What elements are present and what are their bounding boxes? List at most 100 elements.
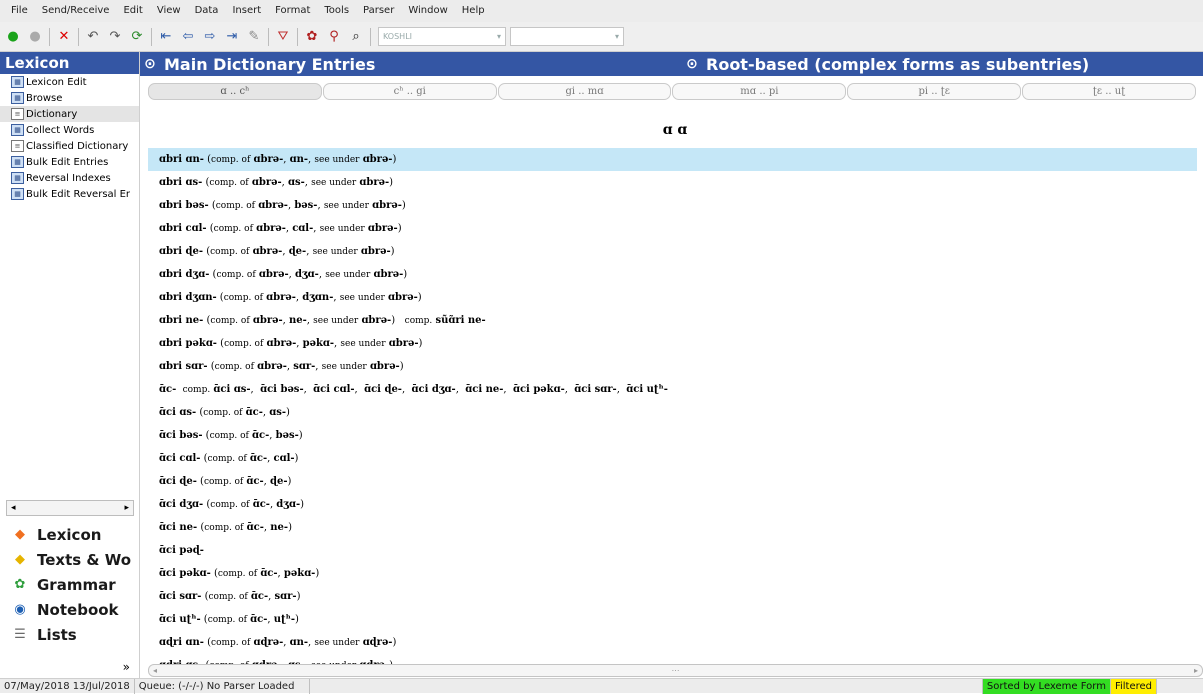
dictionary-entry[interactable]: ɑ̄ci sɑr- (comp. of ɑ̄c-, sɑr-) — [148, 585, 1197, 608]
form-ref: ɑn- — [289, 154, 309, 165]
letter-tab[interactable]: pi .. ʈɛ — [847, 83, 1022, 100]
dictionary-entry[interactable]: ɑbri dʒɑn- (comp. of ɑbrə-, dʒɑn-, see u… — [148, 286, 1197, 309]
area-lists[interactable]: ☰ Lists — [0, 622, 140, 647]
area-label: Notebook — [37, 600, 119, 619]
menu-help[interactable]: Help — [455, 0, 492, 22]
dictionary-entry[interactable]: ɑbri sɑr- (comp. of ɑbrə-, sɑr-, see und… — [148, 355, 1197, 378]
tool-item-browse[interactable]: ▦ Browse — [0, 90, 139, 106]
menu-insert[interactable]: Insert — [225, 0, 268, 22]
letter-tab[interactable]: cʰ .. gi — [322, 83, 497, 100]
dictionary-entry[interactable]: ɑbri dʒɑ- (comp. of ɑbrə-, dʒɑ-, see und… — [148, 263, 1197, 286]
dictionary-entry[interactable]: ɑ̄ci ɑs- (comp. of ɑ̄c-, ɑs-) — [148, 401, 1197, 424]
see-under-label: see under — [325, 270, 371, 280]
menu-parser[interactable]: Parser — [356, 0, 401, 22]
area-lexicon[interactable]: ◆ Lexicon — [0, 522, 140, 547]
more-areas-button[interactable]: » — [0, 656, 140, 678]
dictionary-entry[interactable]: ɑ̄ci ne- (comp. of ɑ̄c-, ne-) — [148, 516, 1197, 539]
form-ref: ɑ̄ci cɑl- — [313, 384, 355, 395]
menu-edit[interactable]: Edit — [116, 0, 149, 22]
area-notebook[interactable]: ◉ Notebook — [0, 597, 140, 622]
lists-icon: ☰ — [14, 627, 26, 642]
menu-file[interactable]: File — [4, 0, 35, 22]
filter-icon[interactable]: ⛛ — [273, 27, 293, 47]
tool-item-bulk-edit-entries[interactable]: ▦ Bulk Edit Entries — [0, 154, 139, 170]
entry-headword: ɑ̄ci cɑl- — [159, 453, 201, 464]
document-icon: ≡ — [11, 140, 24, 152]
menu-data[interactable]: Data — [188, 0, 226, 22]
style-select[interactable]: ▾ — [510, 27, 624, 46]
main-horizontal-scrollbar[interactable]: ◂ ⋯ ▸ — [148, 664, 1203, 677]
left-pane-scrollbar[interactable]: ◂ ▸ — [6, 500, 134, 516]
undo-icon[interactable]: ↶ — [83, 27, 103, 47]
binoculars-icon[interactable]: ⌕ — [346, 27, 366, 47]
form-ref: ɑ̄c- — [246, 522, 264, 533]
dictionary-entry[interactable]: ɑbri pəkɑ- (comp. of ɑbrə-, pəkɑ-, see u… — [148, 332, 1197, 355]
dictionary-entry[interactable]: ɑbri bəs- (comp. of ɑbrə-, bəs-, see und… — [148, 194, 1197, 217]
dictionary-entry[interactable]: ɑbri ne- (comp. of ɑbrə-, ne-, see under… — [148, 309, 1197, 332]
dictionary-entry[interactable]: ɑɖri ɑs- (comp. of ɑɖrə-, ɑs-, see under… — [148, 654, 1197, 664]
tool-item-reversal-indexes[interactable]: ▦ Reversal Indexes — [0, 170, 139, 186]
grid-icon: ▦ — [11, 92, 24, 104]
area-label: Grammar — [37, 575, 116, 594]
redo-icon[interactable]: ↷ — [105, 27, 125, 47]
previous-record-icon[interactable]: ⇦ — [178, 27, 198, 47]
scroll-right-icon[interactable]: ▸ — [124, 503, 129, 513]
area-grammar[interactable]: ✿ Grammar — [0, 572, 140, 597]
menu-tools[interactable]: Tools — [317, 0, 356, 22]
menu-window[interactable]: Window — [401, 0, 454, 22]
dictionary-entry[interactable]: ɑ̄ci ɖe- (comp. of ɑ̄c-, ɖe-) — [148, 470, 1197, 493]
dictionary-entry[interactable]: ɑ̄ci pəkɑ- (comp. of ɑ̄c-, pəkɑ-) — [148, 562, 1197, 585]
dictionary-entry[interactable]: ɑbri ɖe- (comp. of ɑbrə-, ɖe-, see under… — [148, 240, 1197, 263]
dictionary-entry[interactable]: ɑɖri ɑn- (comp. of ɑɖrə-, ɑn-, see under… — [148, 631, 1197, 654]
comp-of-label: comp. of — [203, 408, 243, 418]
form-ref: ɑ̄c- — [246, 476, 264, 487]
letter-tab[interactable]: gi .. mɑ — [497, 83, 672, 100]
tool-item-collect-words[interactable]: ▦ Collect Words — [0, 122, 139, 138]
letter-tab[interactable]: mɑ .. pi — [672, 83, 847, 100]
scroll-right-icon[interactable]: ▸ — [1194, 666, 1198, 675]
form-ref: ɑbrə- — [251, 177, 282, 188]
letter-tab[interactable]: ʈɛ .. uʈ — [1022, 83, 1196, 100]
tool-item-dictionary[interactable]: ≡ Dictionary — [0, 106, 139, 122]
dictionary-entry[interactable]: ɑbri ɑn- (comp. of ɑbrə-, ɑn-, see under… — [148, 148, 1197, 171]
form-ref: ɑbrə- — [252, 246, 283, 257]
dictionary-entry[interactable]: ɑbri cɑl- (comp. of ɑbrə-, cɑl-, see und… — [148, 217, 1197, 240]
form-ref: ɑbrə- — [258, 269, 289, 280]
area-label: Texts & Wo — [37, 550, 132, 569]
dictionary-entry[interactable]: ɑ̄c- comp. ɑ̄ci ɑs-, ɑ̄ci bəs-, ɑ̄ci cɑl… — [148, 378, 1197, 401]
scroll-grip-icon[interactable]: ⋯ — [672, 666, 680, 675]
edit-icon[interactable]: ✎ — [244, 27, 264, 47]
forward-icon[interactable]: ● — [25, 27, 45, 47]
form-ref: uʈʰ- — [273, 614, 295, 625]
area-texts-wo[interactable]: ◆ Texts & Wo — [0, 547, 140, 572]
back-icon[interactable]: ● — [3, 27, 23, 47]
scroll-left-icon[interactable]: ◂ — [153, 666, 157, 675]
first-record-icon[interactable]: ⇤ — [156, 27, 176, 47]
next-record-icon[interactable]: ⇨ — [200, 27, 220, 47]
delete-icon[interactable]: ✕ — [54, 27, 74, 47]
find-icon[interactable]: ✿ — [302, 27, 322, 47]
dictionary-entry[interactable]: ɑ̄ci dʒɑ- (comp. of ɑ̄c-, dʒɑ-) — [148, 493, 1197, 516]
dictionary-entry[interactable]: ɑ̄ci uʈʰ- (comp. of ɑ̄c-, uʈʰ-) — [148, 608, 1197, 631]
dictionary-entry[interactable]: ɑbri ɑs- (comp. of ɑbrə-, ɑs-, see under… — [148, 171, 1197, 194]
tool-item-bulk-edit-reversal-er[interactable]: ▦ Bulk Edit Reversal Er — [0, 186, 139, 202]
scroll-left-icon[interactable]: ◂ — [11, 503, 16, 513]
letter-tab[interactable]: ɑ .. cʰ — [148, 83, 322, 100]
dictionary-entry[interactable]: ɑ̄ci pəɖ- — [148, 539, 1197, 562]
tool-item-lexicon-edit[interactable]: ▦ Lexicon Edit — [0, 74, 139, 90]
last-record-icon[interactable]: ⇥ — [222, 27, 242, 47]
dictionary-entry[interactable]: ɑ̄ci cɑl- (comp. of ɑ̄c-, cɑl-) — [148, 447, 1197, 470]
refresh-icon[interactable]: ⟳ — [127, 27, 147, 47]
menu-format[interactable]: Format — [268, 0, 317, 22]
configuration-selector[interactable]: ⊙ Root-based (complex forms as subentrie… — [682, 52, 1089, 76]
writing-system-select[interactable]: KOSHLI ▾ — [378, 27, 506, 46]
menu-view[interactable]: View — [150, 0, 188, 22]
chevron-circle-icon[interactable]: ⊙ — [142, 56, 158, 72]
chevron-circle-icon[interactable]: ⊙ — [684, 56, 700, 72]
left-pane: Lexicon ▦ Lexicon Edit ▦ Browse ≡ Dictionary ▦… — [0, 52, 140, 678]
menu-send-receive[interactable]: Send/Receive — [35, 0, 117, 22]
find-lexicon-icon[interactable]: ⚲ — [324, 27, 344, 47]
grid-icon: ▦ — [11, 124, 24, 136]
dictionary-entry[interactable]: ɑ̄ci bəs- (comp. of ɑ̄c-, bəs-) — [148, 424, 1197, 447]
tool-item-classified-dictionary[interactable]: ≡ Classified Dictionary — [0, 138, 139, 154]
